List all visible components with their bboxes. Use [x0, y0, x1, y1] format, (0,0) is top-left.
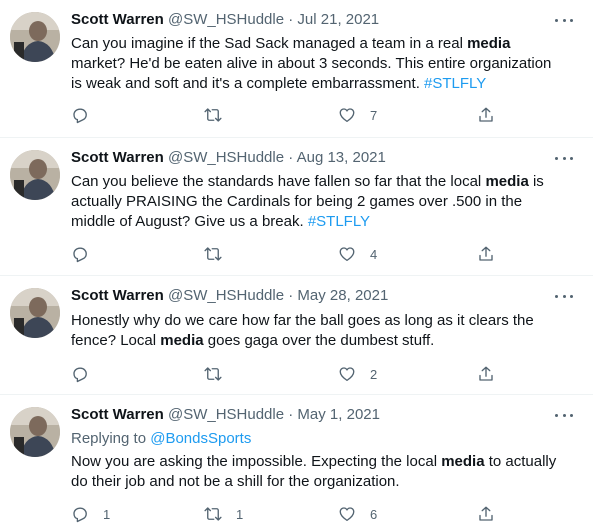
tweet[interactable]: Scott Warren @SW_HSHuddle · Jul 21, 2021…: [0, 0, 593, 138]
display-name[interactable]: Scott Warren: [71, 11, 164, 28]
reply-icon: [73, 247, 87, 263]
avatar[interactable]: [10, 288, 60, 338]
more-icon[interactable]: [555, 13, 573, 27]
retweet-icon: [204, 108, 222, 122]
hashtag-link[interactable]: #STLFLY: [424, 75, 486, 92]
reply-button[interactable]: 1: [71, 503, 110, 523]
avatar[interactable]: [10, 150, 60, 200]
highlighted-keyword: media: [467, 35, 511, 52]
reply-icon: [73, 108, 87, 124]
highlighted-keyword: media: [441, 453, 485, 470]
display-name[interactable]: Scott Warren: [71, 406, 164, 423]
highlighted-keyword: media: [485, 173, 529, 190]
like-count: 4: [370, 246, 378, 262]
tweet-actions: 2: [71, 363, 511, 385]
tweet[interactable]: Scott Warren @SW_HSHuddle · May 1, 2021 …: [0, 395, 593, 523]
tweet-actions: 4: [71, 243, 511, 265]
heart-icon: [339, 367, 355, 382]
tweet-text: Honestly why do we care how far the ball…: [71, 311, 566, 351]
share-button[interactable]: [477, 503, 495, 523]
tweet-header: Scott Warren @SW_HSHuddle · May 28, 2021: [71, 286, 388, 306]
share-icon: [479, 246, 493, 261]
tweet-date[interactable]: Aug 13, 2021: [297, 149, 386, 166]
tweet-text-segment: Can you imagine if the Sad Sack managed …: [71, 35, 468, 52]
retweet-button[interactable]: [204, 104, 236, 126]
retweet-count: 1: [236, 506, 244, 522]
more-icon[interactable]: [555, 408, 573, 422]
retweet-icon: [204, 367, 222, 381]
heart-icon: [339, 247, 355, 262]
reply-button[interactable]: [71, 104, 103, 126]
reply-icon: [73, 507, 87, 523]
share-icon: [479, 366, 493, 381]
tweet-date[interactable]: Jul 21, 2021: [297, 11, 379, 28]
like-count: 2: [370, 366, 378, 382]
retweet-button[interactable]: [204, 363, 236, 385]
tweet-date[interactable]: May 28, 2021: [297, 287, 388, 304]
heart-icon: [339, 507, 355, 522]
like-count: 6: [370, 506, 378, 522]
tweet-date[interactable]: May 1, 2021: [297, 406, 380, 423]
separator-dot: ·: [288, 149, 297, 166]
more-icon[interactable]: [555, 289, 573, 303]
highlighted-keyword: media: [160, 332, 204, 349]
share-icon: [479, 506, 493, 521]
reply-button[interactable]: [71, 243, 103, 265]
replying-to-label: Replying to: [71, 430, 151, 447]
hashtag-link[interactable]: #STLFLY: [308, 213, 370, 230]
user-handle[interactable]: @SW_HSHuddle: [168, 149, 284, 166]
like-button[interactable]: 6: [338, 503, 377, 523]
retweet-icon: [204, 507, 222, 521]
like-button[interactable]: 4: [338, 243, 377, 265]
share-button[interactable]: [477, 363, 495, 385]
heart-icon: [339, 108, 355, 123]
reply-count: 1: [103, 506, 111, 522]
retweet-button[interactable]: [204, 243, 236, 265]
tweet[interactable]: Scott Warren @SW_HSHuddle · May 28, 2021…: [0, 276, 593, 395]
user-handle[interactable]: @SW_HSHuddle: [168, 11, 284, 28]
tweet-actions: 1 1 6: [71, 503, 511, 523]
like-count: 7: [370, 107, 378, 123]
like-button[interactable]: 2: [338, 363, 377, 385]
share-icon: [479, 107, 493, 122]
tweet-text-segment: Now you are asking the impossible. Expec…: [71, 453, 442, 470]
display-name[interactable]: Scott Warren: [71, 287, 164, 304]
avatar[interactable]: [10, 407, 60, 457]
tweet[interactable]: Scott Warren @SW_HSHuddle · Aug 13, 2021…: [0, 138, 593, 276]
share-button[interactable]: [477, 104, 495, 126]
tweet-feed: Scott Warren @SW_HSHuddle · Jul 21, 2021…: [0, 0, 593, 523]
tweet-text-segment: Can you believe the standards have falle…: [71, 173, 486, 190]
avatar[interactable]: [10, 12, 60, 62]
tweet-header: Scott Warren @SW_HSHuddle · May 1, 2021: [71, 405, 380, 425]
retweet-icon: [204, 247, 222, 261]
replying-to: Replying to @BondsSports: [71, 429, 251, 449]
like-button[interactable]: 7: [338, 104, 377, 126]
user-handle[interactable]: @SW_HSHuddle: [168, 287, 284, 304]
tweet-text: Can you imagine if the Sad Sack managed …: [71, 34, 566, 94]
retweet-button[interactable]: 1: [204, 503, 243, 523]
tweet-header: Scott Warren @SW_HSHuddle · Aug 13, 2021: [71, 148, 386, 168]
tweet-text-segment: goes gaga over the dumbest stuff.: [203, 332, 435, 349]
tweet-text: Can you believe the standards have falle…: [71, 172, 566, 232]
tweet-actions: 7: [71, 104, 511, 126]
share-button[interactable]: [477, 243, 495, 265]
tweet-text: Now you are asking the impossible. Expec…: [71, 452, 566, 492]
tweet-header: Scott Warren @SW_HSHuddle · Jul 21, 2021: [71, 10, 379, 30]
display-name[interactable]: Scott Warren: [71, 149, 164, 166]
reply-mention-link[interactable]: @BondsSports: [150, 430, 251, 447]
reply-button[interactable]: [71, 363, 103, 385]
more-icon[interactable]: [555, 151, 573, 165]
user-handle[interactable]: @SW_HSHuddle: [168, 406, 284, 423]
reply-icon: [73, 367, 87, 383]
